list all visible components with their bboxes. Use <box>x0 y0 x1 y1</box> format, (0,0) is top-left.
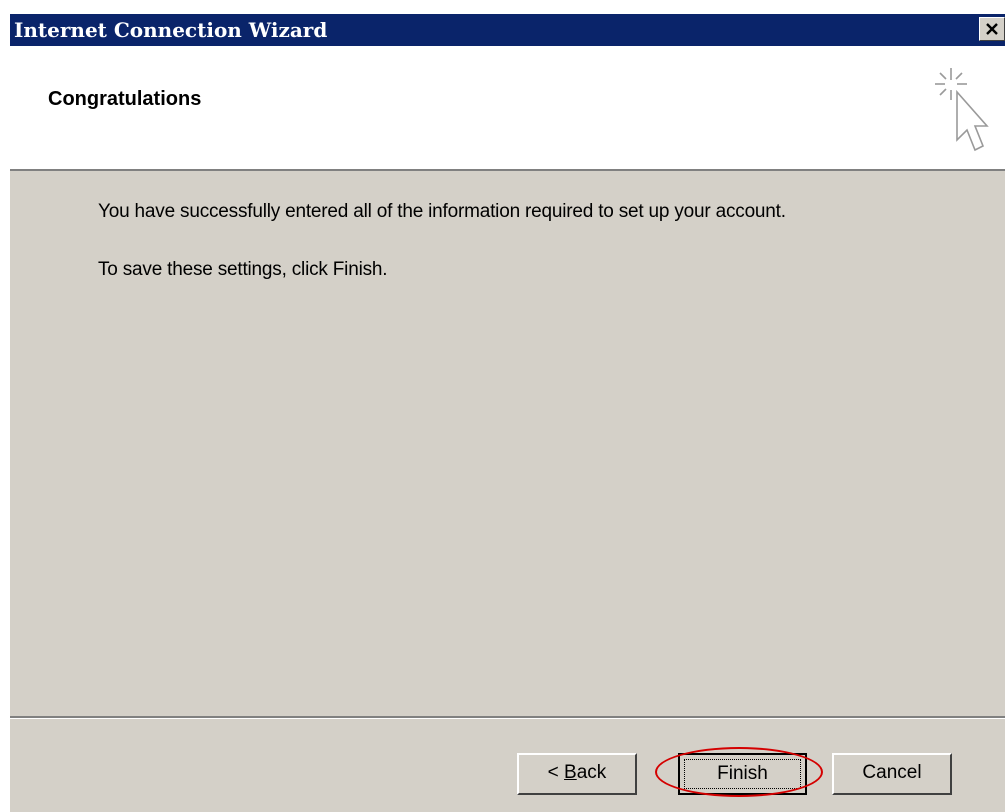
close-icon <box>986 23 998 35</box>
back-button-rest: ack <box>576 762 607 783</box>
back-button[interactable]: < Back <box>517 753 637 795</box>
wizard-content: You have successfully entered all of the… <box>10 171 1005 716</box>
title-bar[interactable]: Internet Connection Wizard <box>10 14 1005 46</box>
finish-focus-rect: Finish <box>684 759 801 789</box>
footer-divider <box>10 716 1005 719</box>
success-message: You have successfully entered all of the… <box>98 201 786 222</box>
back-button-prefix: < <box>547 762 565 783</box>
wizard-window: Internet Connection Wizard Congratulatio… <box>8 14 1005 812</box>
cancel-button-label: Cancel <box>862 762 922 783</box>
cancel-button[interactable]: Cancel <box>832 753 952 795</box>
page-title: Congratulations <box>48 88 202 110</box>
window-title: Internet Connection Wizard <box>14 18 328 42</box>
wizard-cursor-sparkle-icon <box>935 68 989 152</box>
wizard-header: Congratulations <box>10 46 1005 171</box>
back-button-mnemonic: B <box>564 762 577 783</box>
instruction-message: To save these settings, click Finish. <box>98 259 388 280</box>
finish-button[interactable]: Finish <box>678 753 807 795</box>
close-button[interactable] <box>979 17 1005 41</box>
finish-button-label: Finish <box>717 763 768 784</box>
